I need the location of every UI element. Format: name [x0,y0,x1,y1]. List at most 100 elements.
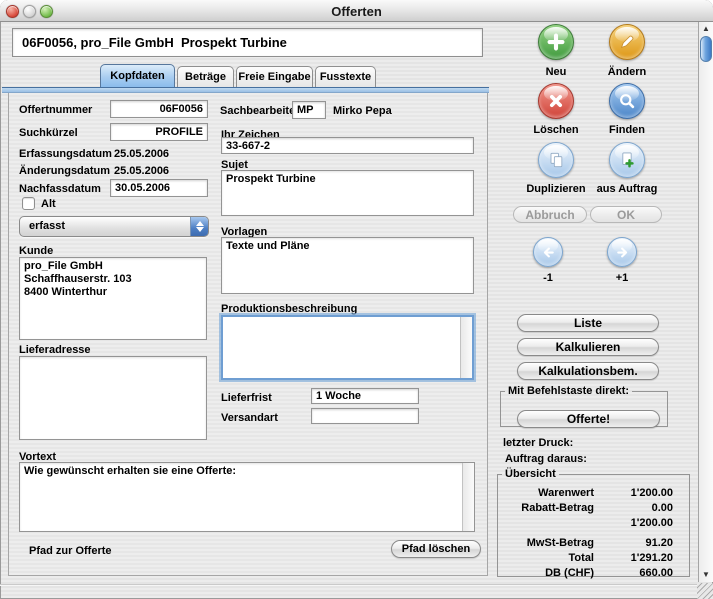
sachbearbeiter-name: Mirko Pepa [333,105,392,117]
form-panel: Offertnummer Suchkürzel Erfassungsdatum … [8,93,488,576]
neu-button[interactable] [538,24,574,60]
window-scrollbar[interactable]: ▲ ▼ [698,22,713,582]
befehlstaste-group-label: Mit Befehlstaste direkt: [505,385,632,397]
scroll-down-icon[interactable]: ▼ [699,569,713,581]
nachfassdatum-label: Nachfassdatum [19,183,101,195]
uebersicht-row: DB (CHF) 660.00 [506,566,681,581]
x-icon [546,91,566,111]
next-record-label: +1 [602,272,642,284]
vortext-box: Wie gewünscht erhalten sie eine Offerte: [19,462,475,532]
lieferfrist-label: Lieferfrist [221,392,272,404]
offertnummer-field[interactable] [110,100,208,118]
pfad-loeschen-button[interactable]: Pfad löschen [391,540,481,558]
next-record-button[interactable] [607,237,637,267]
uebersicht-rows: Warenwert 1'200.00 Rabatt-Betrag 0.00 1'… [506,486,681,581]
lieferadresse-label: Lieferadresse [19,344,91,356]
uebersicht-row-value: 0.00 [594,501,681,516]
neu-label: Neu [520,66,592,78]
kunde-field[interactable]: pro_File GmbH Schaffhauserstr. 103 8400 … [19,257,207,340]
record-summary-field[interactable] [12,28,483,57]
loeschen-button[interactable] [538,83,574,119]
uebersicht-row-label: MwSt-Betrag [506,536,594,551]
uebersicht-row-label: Rabatt-Betrag [506,501,594,516]
status-dropdown[interactable]: erfasst [19,216,209,237]
finden-label: Finden [591,124,663,136]
aus-auftrag-button[interactable] [609,142,645,178]
versandart-label: Versandart [221,412,278,424]
auftrag-daraus-label: Auftrag daraus: [505,453,587,465]
duplizieren-button[interactable] [538,142,574,178]
bottom-divider [0,584,698,586]
scrollbar-thumb[interactable] [700,36,712,62]
pencil-icon [617,32,637,52]
page-import-icon [617,150,637,170]
ok-button[interactable]: OK [590,206,662,223]
uebersicht-row: 1'200.00 [506,516,681,531]
app-window: Offerten Kopfdaten Beträge Freie Eingabe… [0,0,713,599]
vortext-scrollbar[interactable] [462,463,474,531]
resize-grip[interactable] [697,583,713,599]
aus-auftrag-label: aus Auftrag [590,183,664,195]
window-title: Offerten [0,4,713,19]
offerte-button[interactable]: Offerte! [517,410,660,428]
lieferadresse-field[interactable] [19,356,207,440]
uebersicht-row: Warenwert 1'200.00 [506,486,681,501]
loeschen-label: Löschen [520,124,592,136]
plus-icon [545,31,567,53]
produktionsbeschreibung-label: Produktionsbeschreibung [221,303,357,315]
scroll-up-icon[interactable]: ▲ [699,23,713,35]
aendern-button[interactable] [609,24,645,60]
suchkuerzel-label: Suchkürzel [19,127,78,139]
pfad-zur-offerte-label: Pfad zur Offerte [29,545,112,557]
uebersicht-row-value: 1'200.00 [594,486,681,501]
tab-betraege[interactable]: Beträge [177,66,234,87]
magnifier-icon [617,91,637,111]
nachfassdatum-field[interactable] [110,179,208,197]
sujet-field[interactable]: Prospekt Turbine [221,170,474,216]
uebersicht-row-value: 660.00 [594,566,681,581]
erfassungsdatum-value: 25.05.2006 [114,148,169,160]
uebersicht-row-value: 91.20 [594,536,681,551]
liste-button[interactable]: Liste [517,314,659,332]
aenderungsdatum-label: Änderungsdatum [19,165,110,177]
erfassungsdatum-label: Erfassungsdatum [19,148,112,160]
uebersicht-row-value: 1'291.20 [594,551,681,566]
abbruch-button[interactable]: Abbruch [513,206,587,223]
prev-record-button[interactable] [533,237,563,267]
uebersicht-row-label [506,516,594,531]
tab-kopfdaten[interactable]: Kopfdaten [100,64,175,87]
sachbearbeiter-label: Sachbearbeiter [220,105,299,117]
arrow-right-icon [614,244,631,261]
tab-fusstexte[interactable]: Fusstexte [315,66,376,87]
alt-checkbox[interactable] [22,197,35,210]
popup-arrows-icon [190,217,208,236]
suchkuerzel-field[interactable] [110,123,208,141]
finden-button[interactable] [609,83,645,119]
arrow-left-icon [540,244,557,261]
produktionsbeschreibung-scrollbar[interactable] [460,317,472,378]
uebersicht-row-label: Total [506,551,594,566]
versandart-field[interactable] [311,408,419,424]
letzter-druck-label: letzter Druck: [503,437,573,449]
offertnummer-label: Offertnummer [19,104,92,116]
produktionsbeschreibung-field[interactable] [223,317,460,378]
kalkulationsbem-button[interactable]: Kalkulationsbem. [517,362,659,380]
tab-freie-eingabe[interactable]: Freie Eingabe [236,66,313,87]
ihr-zeichen-field[interactable] [221,137,474,154]
uebersicht-row: Rabatt-Betrag 0.00 [506,501,681,516]
aendern-label: Ändern [591,66,663,78]
sachbearbeiter-code-field[interactable] [292,101,326,119]
befehlstaste-group: Mit Befehlstaste direkt: Offerte! [500,385,668,427]
titlebar: Offerten [0,0,713,22]
alt-checkbox-label: Alt [41,198,56,210]
status-dropdown-value: erfasst [29,220,65,232]
vorlagen-field[interactable]: Texte und Pläne [221,237,474,294]
prev-record-label: -1 [528,272,568,284]
lieferfrist-field[interactable] [311,388,419,404]
uebersicht-row-label: Warenwert [506,486,594,501]
uebersicht-row-label: DB (CHF) [506,566,594,581]
kalkulieren-button[interactable]: Kalkulieren [517,338,659,356]
vortext-field[interactable]: Wie gewünscht erhalten sie eine Offerte: [20,463,462,531]
uebersicht-row: MwSt-Betrag 91.20 [506,536,681,551]
copy-pages-icon [546,150,566,170]
